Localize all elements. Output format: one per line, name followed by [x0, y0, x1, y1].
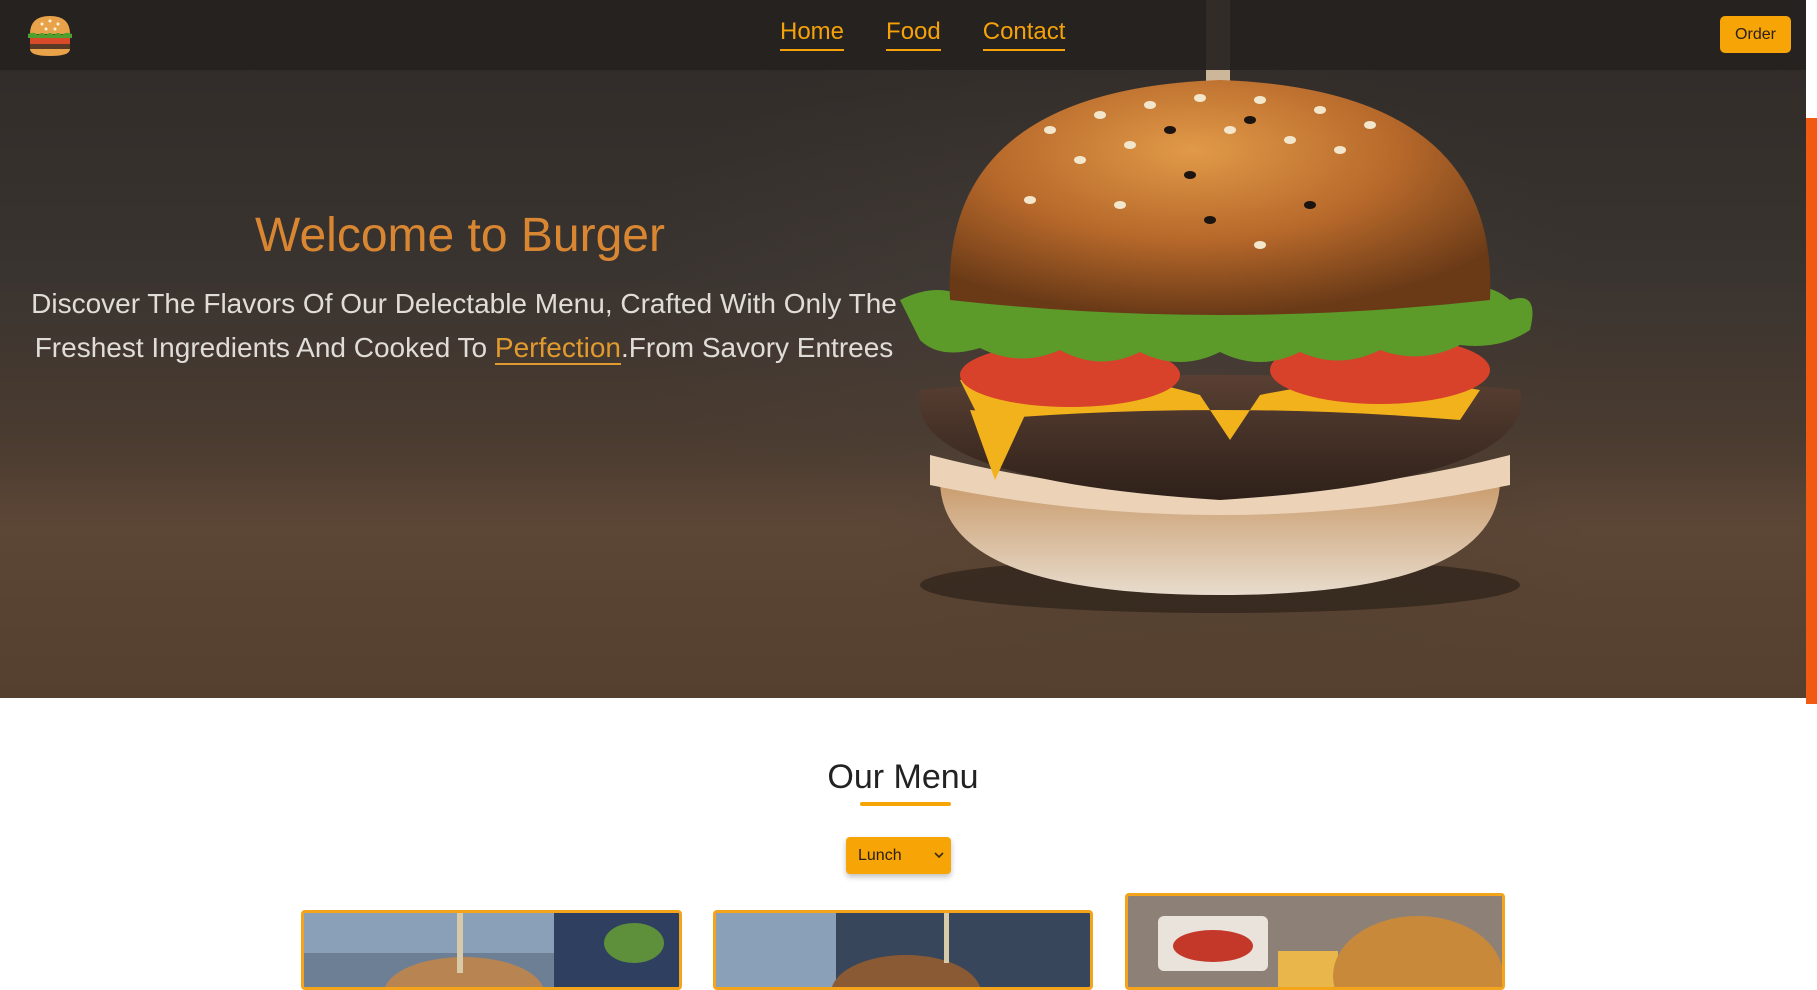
menu-card-3[interactable]	[1125, 893, 1505, 990]
burger-photo-2	[716, 913, 1090, 987]
menu-title-underline	[860, 802, 951, 806]
burger-fries-photo-3	[1128, 896, 1502, 987]
hero-burger-image	[900, 0, 1533, 613]
hero-highlight: Perfection	[494, 332, 621, 365]
menu-category-select[interactable]: Lunch	[846, 837, 951, 874]
nav-links: Home Food Contact	[780, 18, 1066, 51]
nav-home-link[interactable]: Home	[780, 18, 845, 51]
burger-photo-1	[304, 913, 679, 987]
hero-title: Welcome to Burger	[255, 209, 665, 262]
menu-card-1[interactable]	[301, 910, 682, 990]
burger-logo-icon[interactable]	[26, 12, 74, 58]
hero-description: Discover The Flavors Of Our Delectable M…	[14, 282, 914, 370]
hero-section: Welcome to Burger Discover The Flavors O…	[0, 0, 1806, 698]
nav-contact-link[interactable]: Contact	[982, 18, 1066, 51]
hero-description-tail: .From Savory Entrees	[620, 332, 894, 363]
menu-category-selected: Lunch	[858, 846, 902, 864]
nav-food-link[interactable]: Food	[886, 18, 941, 51]
navbar: Home Food Contact Order	[0, 0, 1806, 70]
menu-card-2[interactable]	[713, 910, 1093, 990]
chevron-down-icon	[934, 852, 944, 859]
scroll-indicator	[1806, 118, 1817, 704]
menu-title: Our Menu	[827, 758, 979, 796]
order-button[interactable]: Order	[1720, 16, 1791, 53]
